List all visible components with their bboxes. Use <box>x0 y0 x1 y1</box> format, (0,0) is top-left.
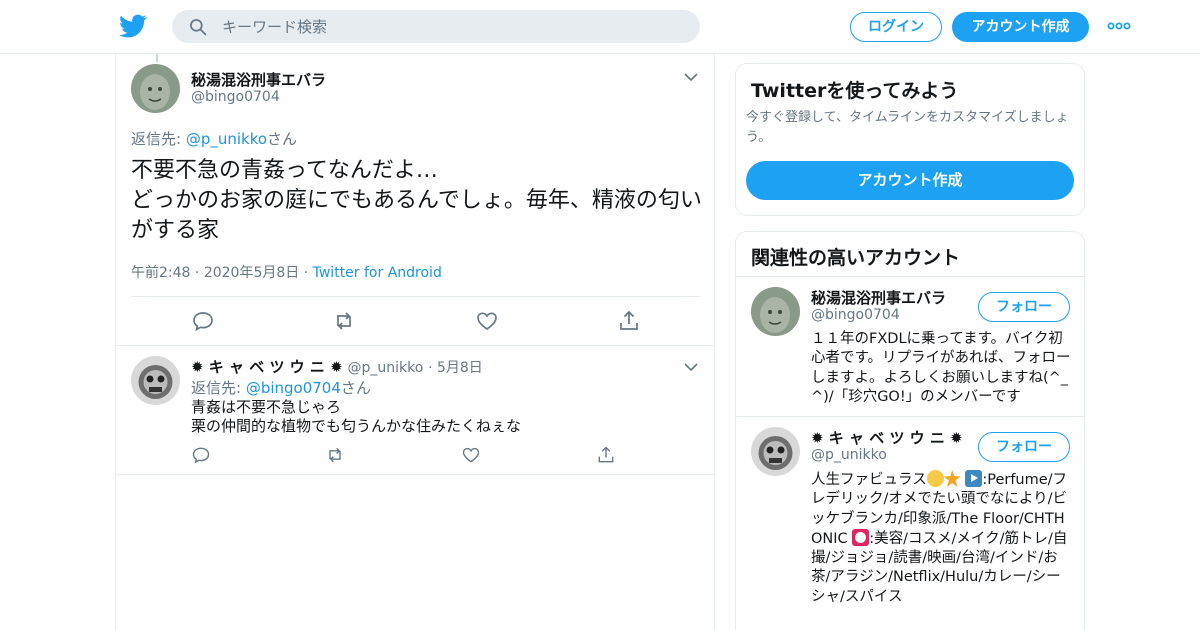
signup-card-button[interactable]: アカウント作成 <box>746 161 1074 200</box>
bio-text: 人生ファビュラス <box>811 472 927 488</box>
tweet-text: 青姦は不要不急じゃろ 栗の仲間的な植物でも匂うんかな住みたくねぇな <box>191 398 522 435</box>
author-name[interactable]: 秘湯混浴刑事エバラ <box>191 69 326 90</box>
related-accounts-card: 関連性の高いアカウント 秘湯混浴刑事エバラ @bingo0704 フォロー １１… <box>735 231 1085 630</box>
meta-separator: · <box>428 360 437 376</box>
timeline-column: 秘湯混浴刑事エバラ @bingo0704 返信先: @p_unikkoさん 不要… <box>115 54 715 630</box>
tweet-text: 不要不急の青姦ってなんだよ… どっかのお家の庭にでもあるんでしょ。毎年、精液の匂… <box>131 158 702 243</box>
more-dots-icon[interactable] <box>1106 18 1132 34</box>
reply-user-link[interactable]: @p_unikko <box>186 130 267 148</box>
smile-emoji-icon <box>926 470 944 487</box>
account-name[interactable]: ✹ キ ャ ベ ツ ウ ニ ✹ <box>811 427 963 448</box>
account-handle[interactable]: @bingo0704 <box>811 307 900 323</box>
avatar[interactable] <box>131 64 180 113</box>
share-icon[interactable] <box>617 309 641 333</box>
like-icon[interactable] <box>461 445 481 465</box>
avatar[interactable] <box>751 427 800 476</box>
reply-icon[interactable] <box>191 309 215 333</box>
avatar-image <box>751 427 800 476</box>
retweet-icon[interactable] <box>332 309 356 333</box>
play-button-emoji-icon <box>965 470 983 487</box>
reply-tweet-header: ✹ キ ャ ベ ツ ウ ニ ✹ @p_unikko · 5月8日 <box>191 356 483 377</box>
tweet-date[interactable]: 2020年5月8日 <box>204 265 299 281</box>
replying-to: 返信先: @p_unikkoさん <box>131 128 297 149</box>
account-name[interactable]: 秘湯混浴刑事エバラ <box>811 287 946 308</box>
tweet-time[interactable]: 午前2:48 <box>131 265 190 281</box>
reply-prefix: 返信先: <box>131 130 186 148</box>
share-icon[interactable] <box>596 445 616 465</box>
meta-separator: · <box>303 265 313 281</box>
avatar[interactable] <box>131 356 180 405</box>
avatar-image <box>751 287 800 336</box>
divider <box>131 296 700 297</box>
star-emoji-icon <box>943 470 961 487</box>
chevron-down-icon[interactable] <box>684 362 698 372</box>
meta-separator: · <box>194 265 204 281</box>
search-box[interactable] <box>172 10 700 43</box>
account-handle[interactable]: @p_unikko <box>811 447 887 463</box>
divider <box>736 416 1084 417</box>
account-bio: 人生ファビュラス :Perfume/フレデリック/オメでたい頭でなにより/ビッケ… <box>811 470 1073 607</box>
signup-card: Twitterを使ってみよう 今すぐ登録して、タイムラインをカスタマイズしましょ… <box>735 63 1085 216</box>
signup-card-description: 今すぐ登録して、タイムラインをカスタマイズしましょう。 <box>746 110 1069 145</box>
reply-icon[interactable] <box>191 445 211 465</box>
tweet-metadata: 午前2:48 · 2020年5月8日 · Twitter for Android <box>131 262 442 282</box>
search-input[interactable] <box>222 10 682 43</box>
search-icon <box>190 19 207 36</box>
thread-connector-line <box>156 54 158 62</box>
reply-tweet[interactable]: ✹ キ ャ ベ ツ ウ ニ ✹ @p_unikko · 5月8日 返信先: @b… <box>116 345 714 475</box>
related-accounts-title: 関連性の高いアカウント <box>751 247 961 269</box>
account-bio: １１年のFXDLに乗ってます。バイク初心者です。リプライがあれば、フォローします… <box>811 331 1071 405</box>
tweet-source-link[interactable]: Twitter for Android <box>313 265 442 281</box>
tweet-date[interactable]: 5月8日 <box>437 360 483 376</box>
signup-button[interactable]: アカウント作成 <box>952 12 1089 42</box>
reply-suffix: さん <box>340 379 371 397</box>
retweet-icon[interactable] <box>325 445 345 465</box>
like-icon[interactable] <box>475 309 499 333</box>
avatar-image <box>131 64 180 113</box>
avatar[interactable] <box>751 287 800 336</box>
avatar-image <box>131 356 180 405</box>
reply-user-link[interactable]: @bingo0704 <box>246 379 341 397</box>
author-handle[interactable]: @bingo0704 <box>191 89 280 105</box>
author-name[interactable]: ✹ キ ャ ベ ツ ウ ニ ✹ <box>191 358 343 376</box>
follow-button[interactable]: フォロー <box>978 292 1070 322</box>
signup-card-title: Twitterを使ってみよう <box>751 80 959 102</box>
top-navigation-bar: ログイン アカウント作成 <box>0 0 1200 54</box>
reply-suffix: さん <box>267 130 298 148</box>
author-handle[interactable]: @p_unikko <box>347 360 423 376</box>
divider <box>736 276 1084 277</box>
replying-to: 返信先: @bingo0704さん <box>191 377 371 398</box>
follow-button[interactable]: フォロー <box>978 432 1070 462</box>
login-button[interactable]: ログイン <box>850 12 942 42</box>
heart-emoji-icon <box>852 528 870 546</box>
twitter-bird-icon[interactable] <box>118 12 148 40</box>
chevron-down-icon[interactable] <box>684 72 698 82</box>
reply-prefix: 返信先: <box>191 379 246 397</box>
